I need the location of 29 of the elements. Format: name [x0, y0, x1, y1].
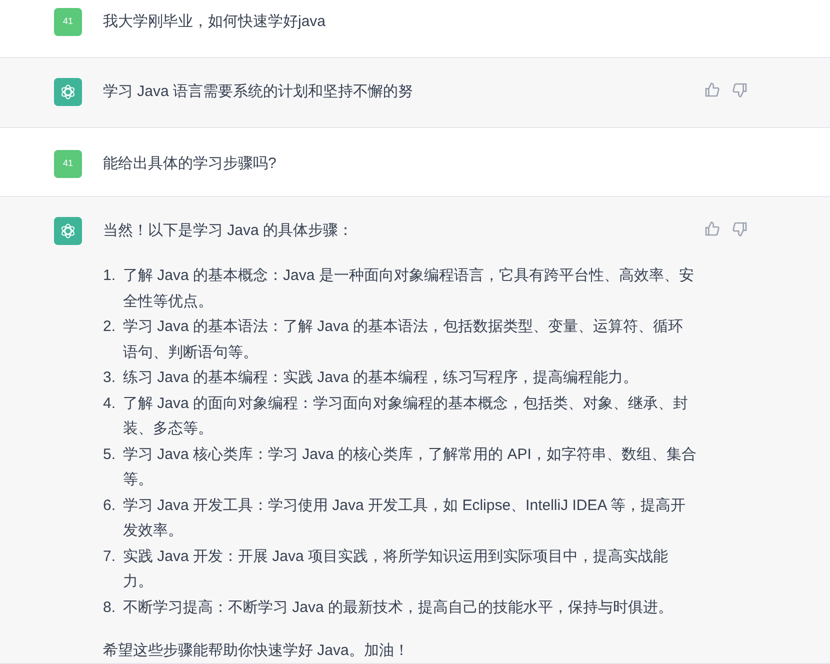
step-number: 5. — [103, 444, 117, 464]
message-text: 希望这些步骤能帮助你快速学好 Java。加油！ — [103, 641, 410, 661]
message-text: 学习 Java 语言需要系统的计划和坚持不懈的努 — [103, 82, 414, 102]
step-text: 学习 Java 核心类库：学习 Java 的核心类库，了解常用的 API，如字符串、数组、集合等。 — [123, 444, 698, 490]
step-text: 学习 Java 开发工具：学习使用 Java 开发工具，如 Eclipse、IntelliJ IDEA 等，提高开发效率。 — [123, 496, 687, 541]
step-number: 3. — [103, 368, 117, 388]
step-text: 不断学习提高：不断学习 Java 的最新技术，提高自己的技能水平，保持与时俱进。 — [123, 598, 674, 618]
message-text: 当然！以下是学习 Java 的具体步骤： — [103, 221, 354, 241]
thumbs-down-icon[interactable] — [732, 82, 748, 98]
step-text: 了解 Java 的基本概念：Java 是一种面向对象编程语言，它具有跨平台性、高效率、安全性等优点。 — [123, 266, 695, 312]
step-text: 学习 Java 的基本语法：了解 Java 的基本语法，包括数据类型、变量、运算符、循环语句、判断语句等。 — [123, 317, 684, 362]
thumbs-down-icon[interactable] — [732, 221, 748, 237]
step-number: 2. — [103, 317, 117, 337]
step-number: 1. — [103, 266, 117, 286]
user-avatar: 41 — [54, 8, 82, 36]
step-text: 了解 Java 的面向对象编程：学习面向对象编程的基本概念，包括类、对象、继承、封装、多态等。 — [123, 394, 690, 439]
assistant-avatar-icon — [54, 217, 82, 245]
message-text: 我大学刚毕业，如何快速学好java — [103, 12, 327, 32]
assistant-avatar-icon — [54, 78, 82, 106]
step-number: 7. — [103, 546, 117, 566]
user-avatar: 41 — [54, 150, 82, 178]
thumbs-up-icon[interactable] — [704, 221, 720, 237]
step-text: 练习 Java 的基本编程：实践 Java 的基本编程，练习写程序，提高编程能力。 — [123, 368, 640, 388]
step-number: 4. — [103, 394, 117, 414]
message-text: 能给出具体的学习步骤吗? — [103, 154, 278, 174]
step-text: 实践 Java 开发：开展 Java 项目实践，将所学知识运用到实际项目中，提高实战能力。 — [123, 546, 670, 592]
step-number: 6. — [103, 496, 117, 516]
step-number: 8. — [103, 598, 117, 618]
thumbs-up-icon[interactable] — [704, 82, 720, 98]
